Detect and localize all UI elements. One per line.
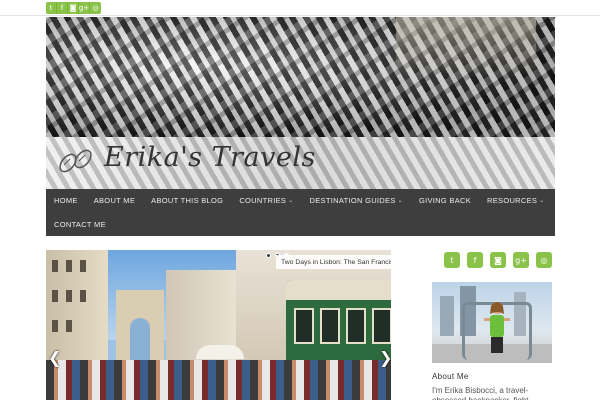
chevron-down-icon: ⌄ xyxy=(397,198,403,204)
nav-item-about-me[interactable]: ABOUT ME xyxy=(86,189,143,212)
top-social-bar: t f ◙ g+ ◎ xyxy=(46,2,101,14)
googleplus-icon[interactable]: g+ xyxy=(513,252,529,268)
nav-row-primary: HOME ABOUT ME ABOUT THIS BLOG COUNTRIES ⌄ DES… xyxy=(46,189,553,212)
tripadvisor-icon[interactable]: ◎ xyxy=(90,2,101,14)
sidebar-social-icons: t f ◙ g+ ◎ xyxy=(444,252,552,268)
tripadvisor-icon[interactable]: ◎ xyxy=(536,252,552,268)
nav-item-destination-guides[interactable]: DESTINATION GUIDES ⌄ xyxy=(302,189,411,212)
top-divider xyxy=(0,15,600,16)
instagram-icon[interactable]: ◙ xyxy=(68,2,79,14)
about-me-heading: About Me xyxy=(432,372,469,381)
main-navigation: HOME ABOUT ME ABOUT THIS BLOG COUNTRIES ⌄ DES… xyxy=(46,189,555,236)
header-banner-image xyxy=(46,17,555,137)
facebook-icon[interactable]: f xyxy=(57,2,68,14)
slider-next-arrow-icon[interactable]: ❯ xyxy=(379,348,391,367)
featured-slider[interactable]: Two Days in Lisbon: The San Francisco of… xyxy=(46,250,391,400)
nav-row-secondary: CONTACT ME xyxy=(46,213,114,236)
chevron-down-icon: ⌄ xyxy=(288,198,294,204)
nav-item-contact-me[interactable]: CONTACT ME xyxy=(46,213,114,236)
nav-item-label: RESOURCES xyxy=(487,196,538,205)
googleplus-icon[interactable]: g+ xyxy=(79,2,90,14)
nav-item-label: CONTACT ME xyxy=(54,220,106,229)
site-title[interactable]: Erika's Travels xyxy=(104,142,316,173)
nav-item-resources[interactable]: RESOURCES ⌄ xyxy=(479,189,553,212)
twitter-icon[interactable]: t xyxy=(46,2,57,14)
instagram-icon[interactable]: ◙ xyxy=(490,252,506,268)
slider-dot[interactable] xyxy=(266,253,271,258)
nav-item-label: DESTINATION GUIDES xyxy=(309,196,396,205)
chevron-down-icon: ⌄ xyxy=(539,198,545,204)
slider-prev-arrow-icon[interactable]: ❮ xyxy=(48,348,61,367)
site-title-strip[interactable]: Erika's Travels xyxy=(46,137,555,189)
nav-item-label: ABOUT THIS BLOG xyxy=(151,196,224,205)
about-me-text: I'm Erika Bisbocci, a travel-obsessed ba… xyxy=(432,386,529,400)
nav-item-countries[interactable]: COUNTRIES ⌄ xyxy=(231,189,301,212)
nav-item-about-this-blog[interactable]: ABOUT THIS BLOG xyxy=(143,189,231,212)
nav-item-home[interactable]: HOME xyxy=(46,189,86,212)
nav-item-label: COUNTRIES xyxy=(239,196,287,205)
footprints-logo-icon xyxy=(59,149,92,173)
nav-item-label: HOME xyxy=(54,196,78,205)
facebook-icon[interactable]: f xyxy=(467,252,483,268)
nav-item-giving-back[interactable]: GIVING BACK xyxy=(411,189,479,212)
about-me-photo xyxy=(432,282,552,363)
nav-item-label: ABOUT ME xyxy=(93,196,136,205)
twitter-icon[interactable]: t xyxy=(444,252,460,268)
slide-caption[interactable]: Two Days in Lisbon: The San Francisco of… xyxy=(276,255,391,269)
nav-item-label: GIVING BACK xyxy=(418,196,472,205)
